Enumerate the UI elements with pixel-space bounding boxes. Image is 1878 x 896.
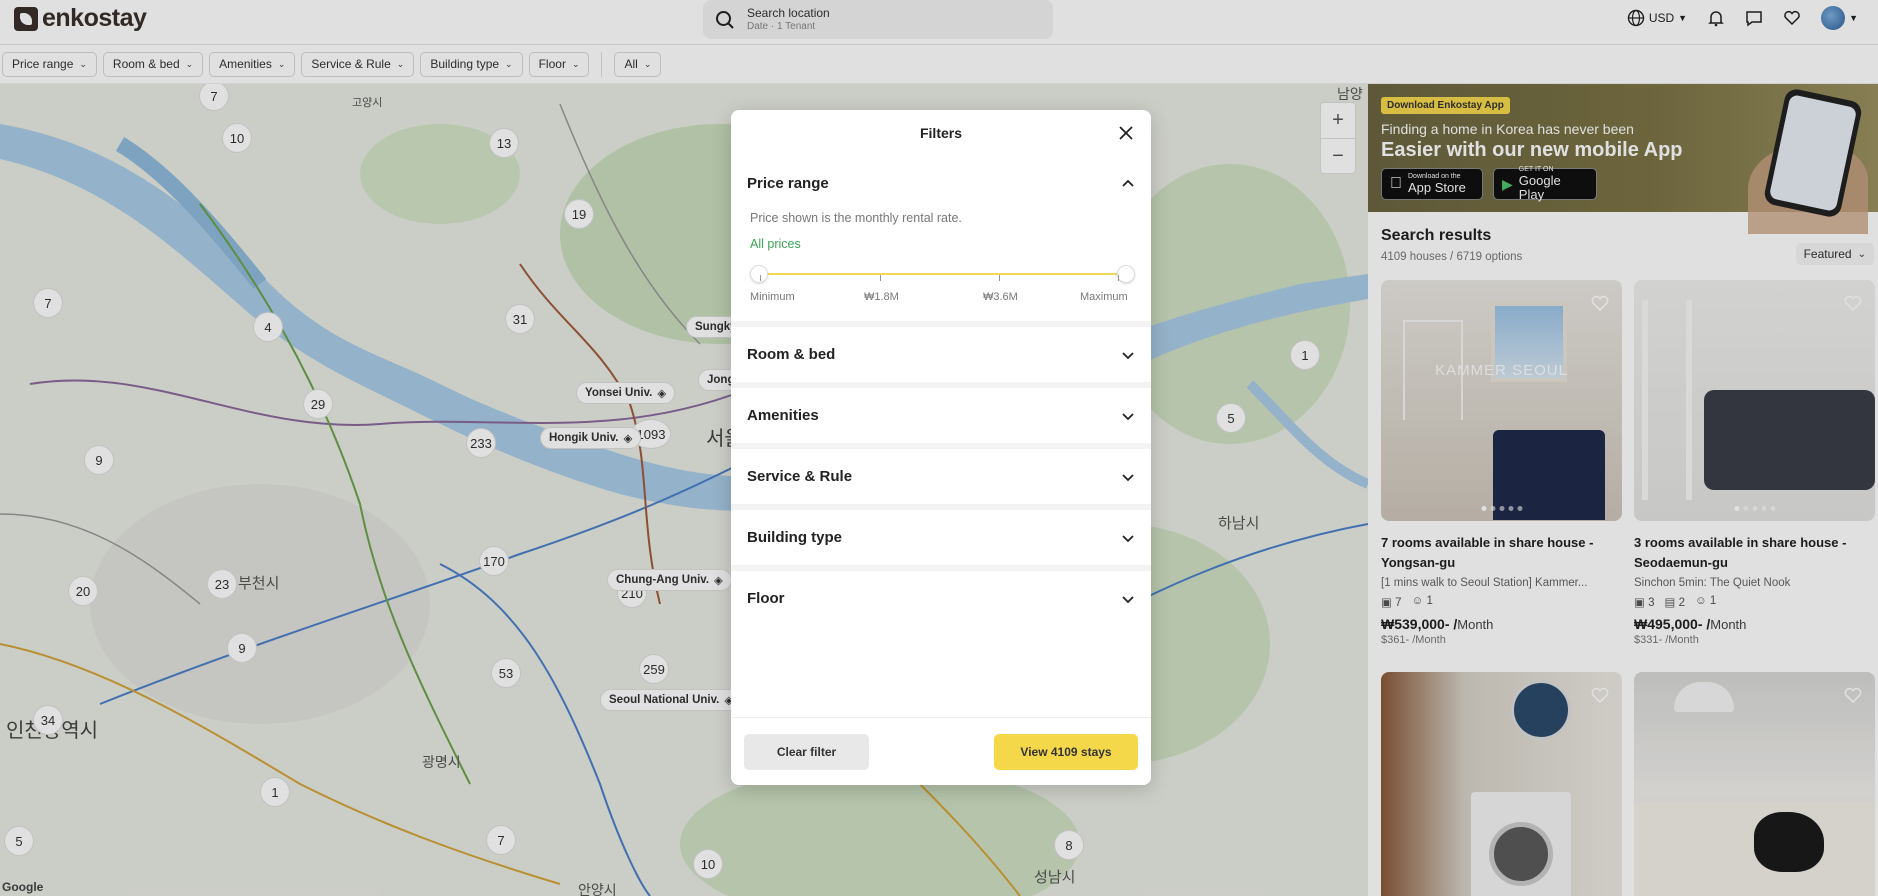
section-header[interactable]: Building type — [731, 510, 1151, 565]
price-range-value: All prices — [750, 237, 801, 251]
section-label: Price range — [747, 175, 829, 192]
section-label: Room & bed — [747, 346, 836, 363]
section-price-range: Price range Price shown is the monthly r… — [731, 156, 1151, 321]
tick-label: Maximum — [1080, 291, 1128, 303]
tick-label: ₩3.6M — [983, 291, 1018, 303]
chevron-down-icon — [1122, 412, 1134, 420]
section-room-bed: Room & bed — [731, 321, 1151, 382]
tick-label: ₩1.8M — [864, 291, 899, 303]
close-icon[interactable] — [1117, 124, 1135, 142]
section-header[interactable]: Room & bed — [731, 327, 1151, 382]
modal-footer: Clear filter View 4109 stays — [731, 717, 1151, 785]
chevron-down-icon — [1122, 534, 1134, 542]
section-label: Floor — [747, 590, 785, 607]
chevron-down-icon — [1122, 351, 1134, 359]
view-stays-button[interactable]: View 4109 stays — [994, 733, 1138, 770]
price-note: Price shown is the monthly rental rate. — [750, 211, 962, 225]
price-slider[interactable] — [750, 257, 1135, 291]
section-label: Amenities — [747, 407, 819, 424]
section-header[interactable]: Price range — [731, 156, 1151, 211]
chevron-down-icon — [1122, 473, 1134, 481]
slider-max-handle[interactable] — [1117, 265, 1135, 283]
modal-title: Filters — [919, 125, 962, 141]
section-building-type: Building type — [731, 504, 1151, 565]
section-floor: Floor — [731, 565, 1151, 626]
slider-ticks: Minimum ₩1.8M ₩3.6M Maximum — [750, 275, 1135, 307]
chevron-down-icon — [1122, 595, 1134, 603]
slider-min-handle[interactable] — [750, 265, 768, 283]
section-service-rule: Service & Rule — [731, 443, 1151, 504]
tick-label: Minimum — [750, 291, 795, 303]
chevron-up-icon — [1122, 179, 1134, 187]
section-label: Building type — [747, 529, 842, 546]
section-header[interactable]: Floor — [731, 571, 1151, 626]
slider-track — [760, 273, 1125, 275]
clear-filter-button[interactable]: Clear filter — [744, 733, 869, 770]
section-header[interactable]: Service & Rule — [731, 449, 1151, 504]
section-label: Service & Rule — [747, 468, 853, 485]
section-amenities: Amenities — [731, 382, 1151, 443]
section-header[interactable]: Amenities — [731, 388, 1151, 443]
filters-modal: Filters Price range Price shown is the m… — [731, 110, 1151, 785]
